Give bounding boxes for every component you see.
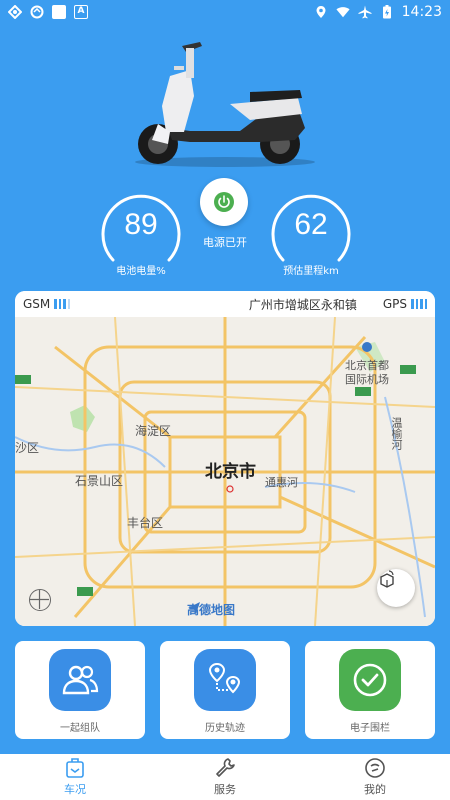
device-locate-button[interactable]	[377, 569, 415, 607]
feature-label: 一起组队	[60, 723, 100, 734]
map-label-tonghui: 通惠河	[265, 476, 298, 489]
app-notification-icon	[52, 5, 66, 19]
amap-arrow-icon	[188, 602, 200, 614]
airplane-icon	[358, 5, 372, 19]
power-status-label: 电源已开	[203, 236, 247, 249]
power-button[interactable]	[200, 178, 248, 226]
map-card: GSM 广州市增城区永和镇 GPS 海淀区 石景山区 丰台区 通惠河 北京首都 …	[15, 291, 435, 626]
map-city-label: 北京市	[205, 462, 256, 482]
crosshair-icon	[30, 590, 49, 609]
map-label-shijingshan: 石景山区	[75, 474, 124, 488]
device-signal-icon	[380, 570, 394, 588]
gps-label: GPS	[382, 297, 407, 311]
vehicle-status-icon	[66, 758, 84, 778]
map-label-haidian: 海淀区	[135, 424, 172, 438]
amap-logo: 高德地图	[187, 601, 235, 618]
gsm-label: GSM	[23, 297, 51, 311]
wrench-icon	[216, 758, 235, 777]
range-value: 62	[294, 208, 328, 241]
map-label-airport-2: 国际机场	[345, 373, 389, 386]
nav-label: 车况	[64, 783, 86, 796]
nav-label: 我的	[364, 783, 386, 796]
gps-signal-icon	[411, 299, 427, 309]
group-icon	[49, 649, 111, 711]
range-label: 预估里程km	[283, 266, 339, 277]
profile-icon	[365, 758, 385, 778]
map-view[interactable]: 海淀区 石景山区 丰台区 通惠河 北京首都 国际机场 温榆河 沙区 北京市 高德…	[15, 317, 435, 626]
locate-button[interactable]	[29, 589, 51, 611]
battery-label: 电池电量%	[116, 266, 166, 277]
wifi-icon	[336, 7, 350, 18]
map-label-sha: 沙区	[15, 441, 40, 455]
route-icon	[194, 649, 256, 711]
map-label-wenyu: 温榆河	[390, 417, 403, 450]
battery-value: 89	[124, 208, 158, 241]
checkmark-icon	[339, 649, 401, 711]
scooter-image	[135, 42, 315, 167]
gsm-signal-icon	[54, 299, 71, 309]
map-label-fengtai: 丰台区	[127, 516, 164, 530]
feature-geofence[interactable]: 电子围栏	[305, 641, 435, 739]
sync-icon-2	[30, 5, 44, 19]
map-header: GSM 广州市增城区永和镇 GPS	[15, 291, 435, 317]
power-icon	[214, 192, 234, 212]
battery-icon	[382, 5, 391, 19]
nav-profile[interactable]: 我的	[300, 754, 450, 800]
location-icon	[316, 6, 326, 18]
nav-vehicle-status[interactable]: 车况	[0, 754, 150, 800]
feature-team-ride[interactable]: 一起组队	[15, 641, 145, 739]
nav-service[interactable]: 服务	[150, 754, 300, 800]
feature-label: 历史轨迹	[205, 723, 245, 734]
nav-label: 服务	[214, 783, 236, 796]
sync-icon	[8, 5, 22, 19]
feature-label: 电子围栏	[350, 723, 390, 734]
clock: 14:23	[401, 4, 442, 20]
status-bar: A 14:23	[0, 0, 450, 24]
text-notification-icon: A	[74, 5, 88, 19]
address-text: 广州市增城区永和镇	[248, 297, 357, 312]
feature-history-track[interactable]: 历史轨迹	[160, 641, 290, 739]
bottom-nav: 车况 服务 我的	[0, 754, 450, 800]
